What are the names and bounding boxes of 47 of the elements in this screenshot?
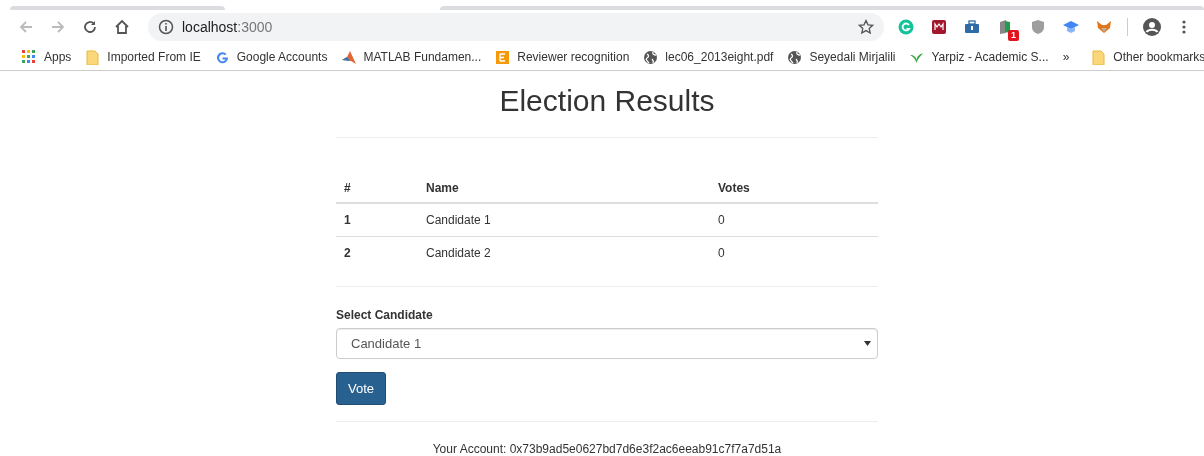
home-icon[interactable] [113,18,131,36]
graduation-cap-icon[interactable] [1063,19,1079,35]
star-icon[interactable] [858,19,874,35]
bookmark-item[interactable]: lec06_2013eight.pdf [643,49,774,65]
column-header: Name [418,174,710,203]
table-cell: 0 [710,236,878,269]
apps-icon [22,49,37,65]
globe-icon [787,49,803,65]
table-cell: Candidate 1 [418,203,710,237]
fox-icon[interactable] [1096,19,1112,35]
table-cell: 0 [710,203,878,237]
matlab-icon [341,49,357,65]
field-label: Select Candidate [336,308,434,322]
address-bar[interactable]: localhost:3000 [148,13,884,41]
extension-icon[interactable] [931,19,947,35]
briefcase-icon[interactable] [964,19,980,35]
bookmark-item[interactable]: MATLAB Fundamen... [341,49,482,65]
bookmark-item[interactable]: Yarpiz - Academic S... [909,49,1049,65]
notification-badge: 1 [1008,30,1019,41]
folder-icon [1091,49,1107,65]
globe-icon [643,49,659,65]
candidate-dropdown[interactable]: Candidate 1 [336,328,878,359]
overflow-button[interactable]: » [1062,50,1070,64]
caret-icon [864,341,871,346]
vote-button[interactable]: Vote [336,372,387,405]
menu-icon[interactable] [1181,19,1187,35]
table-cell: Candidate 2 [418,236,710,269]
bookmark-item[interactable]: Seyedali Mirjalili [787,49,896,65]
google-icon [214,49,230,65]
column-header: # [336,174,418,203]
bookmark-item[interactable]: Google Accounts [214,49,328,65]
shield-icon[interactable] [1030,19,1046,35]
bookmark-item[interactable]: Reviewer recognition [495,49,630,65]
account-address: Your Account: 0x73b9ad5e0627bd7d6e3f2ac6eeab91c7f7a7d51a [431,442,783,456]
column-header: Votes [710,174,878,203]
table-cell: 2 [336,236,418,269]
profile-icon[interactable] [1142,17,1162,37]
info-icon [158,19,174,35]
reload-icon[interactable] [81,18,99,36]
folder-icon [85,49,101,65]
bookmark-item[interactable]: Apps [22,49,72,65]
page-title: Election Results [498,83,716,119]
bookmark-item[interactable]: Imported From IE [85,49,201,65]
table-cell: 1 [336,203,418,237]
url-text: localhost:3000 [182,19,274,35]
letter-e-icon [495,49,511,65]
other-bookmarks-item[interactable]: Other bookmarks [1091,49,1204,65]
